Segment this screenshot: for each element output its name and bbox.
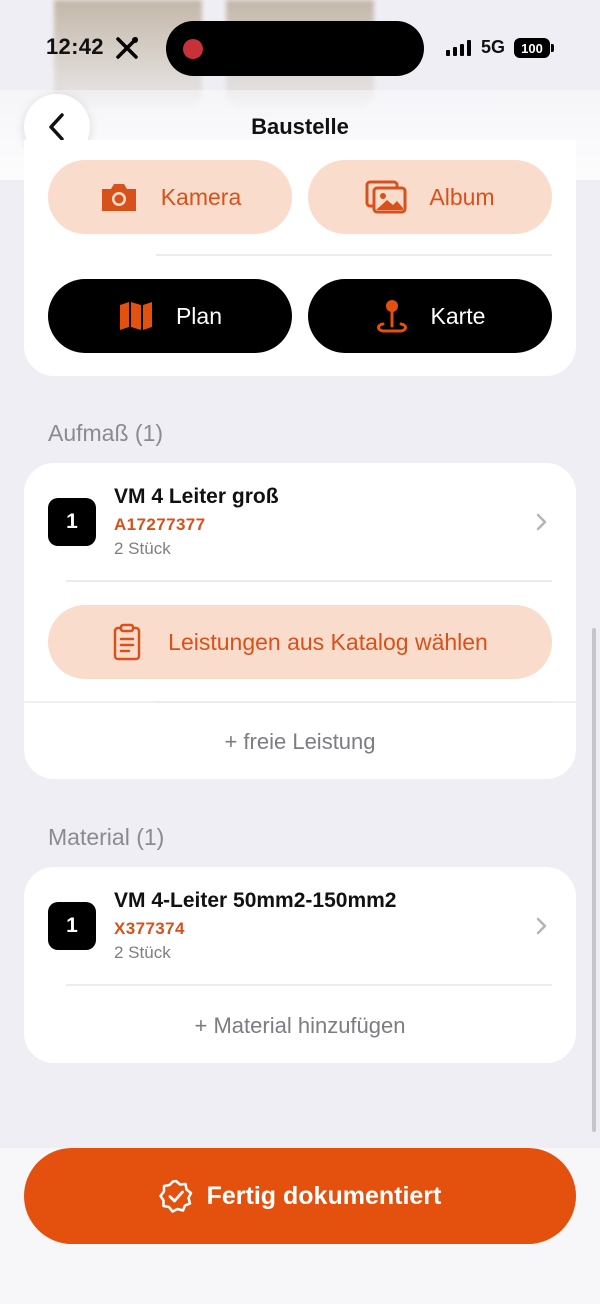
camera-icon (101, 184, 136, 211)
map-label: Karte (430, 302, 486, 329)
recording-indicator-icon (183, 39, 203, 59)
item-code: A17277377 (114, 515, 206, 534)
signal-icon (446, 40, 471, 56)
plan-button[interactable]: Plan (48, 279, 292, 353)
divider (66, 984, 552, 986)
list-item[interactable]: 1 VM 4 Leiter groß A17277377 2 Stück (24, 463, 576, 581)
catalog-button[interactable]: Leistungen aus Katalog wählen (48, 605, 552, 679)
done-label: Fertig dokumentiert (206, 1181, 442, 1210)
aufmass-section-title: Aufmaß (1) (48, 420, 164, 446)
camera-button[interactable]: Kamera (48, 160, 292, 234)
page-title: Baustelle (251, 114, 349, 139)
add-material-button[interactable]: + Material hinzufügen (24, 1013, 576, 1039)
item-count: 2 Stück (114, 539, 171, 558)
divider (156, 254, 552, 256)
battery-icon: 100 (514, 38, 550, 58)
item-title: VM 4 Leiter groß (114, 485, 279, 508)
network-type: 5G (481, 37, 506, 57)
verified-badge-icon (158, 1179, 192, 1213)
item-count: 2 Stück (114, 943, 171, 962)
status-time: 12:42 (46, 34, 104, 59)
battery-tip (551, 44, 554, 52)
album-label: Album (429, 183, 495, 210)
divider (66, 580, 552, 582)
tools-icon (116, 37, 138, 59)
catalog-label: Leistungen aus Katalog wählen (168, 628, 488, 655)
material-section-title: Material (1) (48, 824, 165, 850)
map-plan-icon (119, 302, 152, 330)
clipboard-icon (113, 623, 141, 661)
camera-label: Kamera (160, 183, 242, 210)
chevron-right-icon (536, 917, 547, 935)
scrollbar[interactable] (592, 628, 596, 1132)
chevron-right-icon (536, 513, 547, 531)
dynamic-island (166, 21, 424, 76)
plan-label: Plan (175, 302, 223, 329)
map-button[interactable]: Karte (308, 279, 552, 353)
add-free-service-button[interactable]: + freie Leistung (24, 729, 576, 755)
list-item[interactable]: 1 VM 4-Leiter 50mm2-150mm2 X377374 2 Stü… (24, 867, 576, 985)
item-title: VM 4-Leiter 50mm2-150mm2 (114, 889, 397, 912)
item-code: X377374 (114, 919, 185, 938)
location-pin-icon (376, 300, 407, 333)
done-documented-button[interactable]: Fertig dokumentiert (24, 1148, 576, 1244)
quantity-badge: 1 (48, 498, 96, 546)
album-button[interactable]: Album (308, 160, 552, 234)
divider (156, 701, 552, 703)
photo-album-icon (365, 180, 407, 214)
quantity-badge: 1 (48, 902, 96, 950)
